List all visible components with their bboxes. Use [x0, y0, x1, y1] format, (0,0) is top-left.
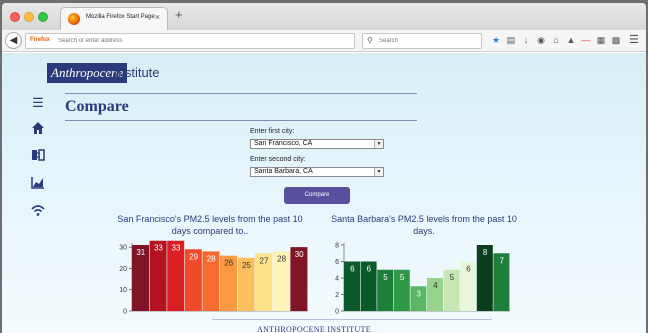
pocket-red-icon[interactable]: —: [580, 34, 592, 47]
bookmark-star-icon[interactable]: ★: [490, 34, 502, 47]
y-tick-label: 10: [119, 287, 127, 294]
chevron-down-icon: ▼: [374, 168, 383, 176]
home-icon[interactable]: ⌂: [550, 34, 562, 47]
zoom-window-button[interactable]: [38, 12, 48, 22]
sf-pm25-bar-chart: 0 10 20 30 31 33 33 29 28 26 25 27 28 30: [119, 240, 308, 316]
url-input[interactable]: [58, 34, 328, 48]
firefox-icon: [68, 13, 80, 25]
footer-text: ANTHROPOCENE INSTITUTE: [257, 325, 371, 333]
compare-icon[interactable]: [30, 148, 46, 164]
y-tick-label: 8: [335, 243, 339, 250]
minimize-window-button[interactable]: [24, 12, 34, 22]
tab-strip: Mozilla Firefox Start Page × +: [2, 3, 646, 30]
bar-value-label: 33: [172, 244, 181, 253]
bar-value-label: 28: [207, 254, 216, 263]
first-city-value: San Francisco, CA: [254, 140, 313, 147]
back-button[interactable]: ◀: [5, 32, 22, 49]
bar-value-label: 29: [189, 252, 198, 261]
bar-value-label: 30: [295, 250, 304, 259]
downloads-icon[interactable]: ↓: [520, 34, 532, 47]
wifi-icon[interactable]: [30, 203, 46, 219]
bar-value-label: 7: [499, 256, 504, 265]
y-tick-label: 0: [335, 309, 339, 316]
page-title: Compare: [65, 98, 129, 115]
bar-value-label: 31: [136, 248, 145, 257]
search-bar[interactable]: ⚲: [362, 33, 482, 49]
hamburger-icon[interactable]: ☰: [30, 95, 46, 111]
url-bar[interactable]: Firefox ↻: [25, 33, 370, 49]
bar-value-label: 26: [224, 259, 233, 268]
sf-chart-title: San Francisco's PM2.5 levels from the pa…: [117, 214, 303, 236]
compare-button[interactable]: Compare: [284, 187, 350, 204]
close-window-button[interactable]: [10, 12, 20, 22]
bar-value-label: 6: [466, 265, 471, 274]
chevron-down-icon: ▼: [374, 140, 383, 148]
chart-icon[interactable]: [30, 175, 46, 191]
first-city-label: Enter first city:: [250, 128, 295, 135]
search-icon: ⚲: [367, 36, 373, 45]
bar-value-label: 4: [433, 281, 438, 290]
second-city-value: Santa Barbara, CA: [254, 168, 313, 175]
sb-chart-title: Santa Barbara's PM2.5 levels from the pa…: [331, 214, 517, 236]
y-tick-label: 20: [119, 266, 127, 273]
footer-divider: [212, 319, 492, 320]
y-tick-label: 4: [335, 276, 339, 283]
second-city-select[interactable]: Santa Barbara, CA ▼: [250, 167, 384, 177]
search-input[interactable]: [379, 34, 479, 48]
arrow-left-icon: ◀: [9, 35, 18, 46]
y-tick-label: 0: [123, 309, 127, 316]
bar-value-label: 3: [416, 289, 421, 298]
url-identity-badge[interactable]: Firefox: [30, 37, 50, 43]
library-icon[interactable]: ▦: [595, 34, 607, 47]
sync-icon[interactable]: ▩: [610, 34, 622, 47]
bar-value-label: 5: [450, 273, 455, 282]
first-city-select[interactable]: San Francisco, CA ▼: [250, 139, 384, 149]
bar-value-label: 27: [260, 257, 269, 266]
reading-list-icon[interactable]: ▤: [505, 34, 517, 47]
y-tick-label: 30: [119, 245, 127, 252]
y-tick-label: 6: [335, 259, 339, 266]
logo-subtitle: Institute: [114, 65, 160, 80]
title-top-divider: [65, 93, 417, 94]
bar-value-label: 28: [277, 254, 286, 263]
bar-value-label: 33: [154, 244, 163, 253]
tab-close-icon[interactable]: ×: [155, 12, 160, 22]
pocket-icon[interactable]: ◉: [535, 34, 547, 47]
bar-value-label: 5: [383, 273, 388, 282]
second-city-label: Enter second city:: [250, 156, 306, 163]
bar-value-label: 8: [483, 248, 488, 257]
navigation-bar: ◀ Firefox ↻ ⚲ ★ ▤ ↓ ◉ ⌂ ▲ — ▦ ▩ ☰: [2, 30, 646, 52]
web-page: Anthropocene Institute ☰ Compare Enter f…: [2, 53, 646, 333]
home-icon[interactable]: [30, 121, 46, 137]
tab-title: Mozilla Firefox Start Page: [86, 14, 155, 20]
bar-value-label: 6: [367, 265, 372, 274]
menu-icon[interactable]: ☰: [628, 34, 640, 47]
bar-value-label: 25: [242, 261, 251, 270]
title-bottom-divider: [65, 120, 417, 121]
mask-icon[interactable]: ▲: [565, 34, 577, 47]
bar-value-label: 5: [400, 273, 405, 282]
new-tab-button[interactable]: +: [175, 8, 183, 22]
browser-window: Mozilla Firefox Start Page × + ◀ Firefox…: [2, 3, 646, 333]
bar-value-label: 6: [350, 265, 355, 274]
y-tick-label: 2: [335, 292, 339, 299]
sb-pm25-bar-chart: 0 2 4 6 8 6 6 5 5 3 4 5 6 8 7: [335, 243, 510, 316]
browser-tab[interactable]: Mozilla Firefox Start Page ×: [60, 7, 168, 30]
